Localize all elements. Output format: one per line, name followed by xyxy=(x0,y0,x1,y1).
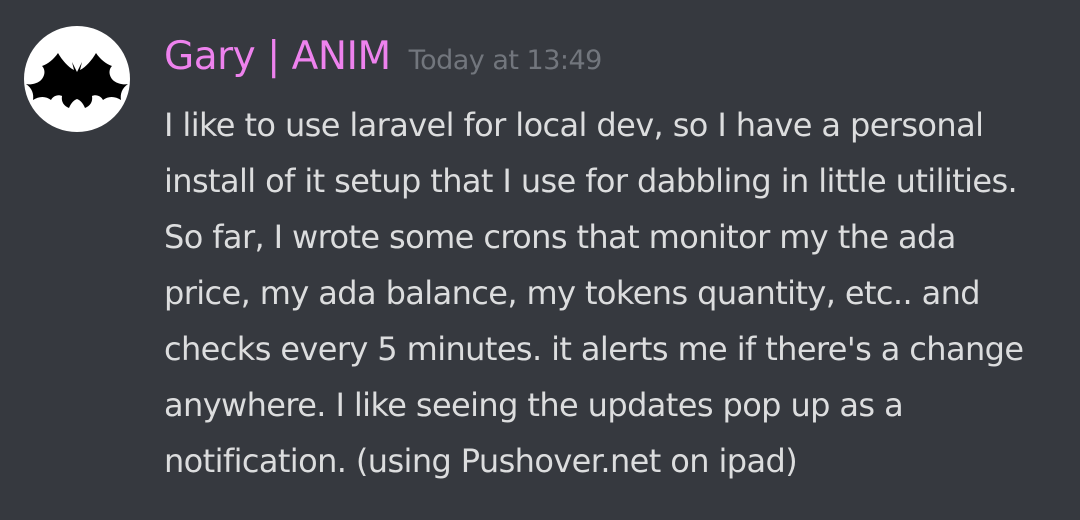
message-line: price, my ada balance, my tokens quantit… xyxy=(164,274,981,312)
bat-icon xyxy=(26,53,128,108)
message-line: checks every 5 minutes. it alerts me if … xyxy=(164,330,1024,368)
timestamp: Today at 13:49 xyxy=(408,45,603,76)
message-line: I like to use laravel for local dev, so … xyxy=(164,106,984,144)
message-line: install of it setup that I use for dabbl… xyxy=(164,162,1018,200)
username[interactable]: Gary | ANIM xyxy=(164,34,391,79)
message-header: Gary | ANIM Today at 13:49 xyxy=(164,34,602,79)
chat-message: Gary | ANIM Today at 13:49 I like to use … xyxy=(0,0,1080,520)
avatar[interactable] xyxy=(24,26,130,132)
message-line: notification. (using Pushover.net on ipa… xyxy=(164,442,798,480)
message-content: I like to use laravel for local dev, so … xyxy=(164,97,1064,489)
message-line: anywhere. I like seeing the updates pop … xyxy=(164,386,904,424)
message-line: So far, I wrote some crons that monitor … xyxy=(164,218,956,256)
